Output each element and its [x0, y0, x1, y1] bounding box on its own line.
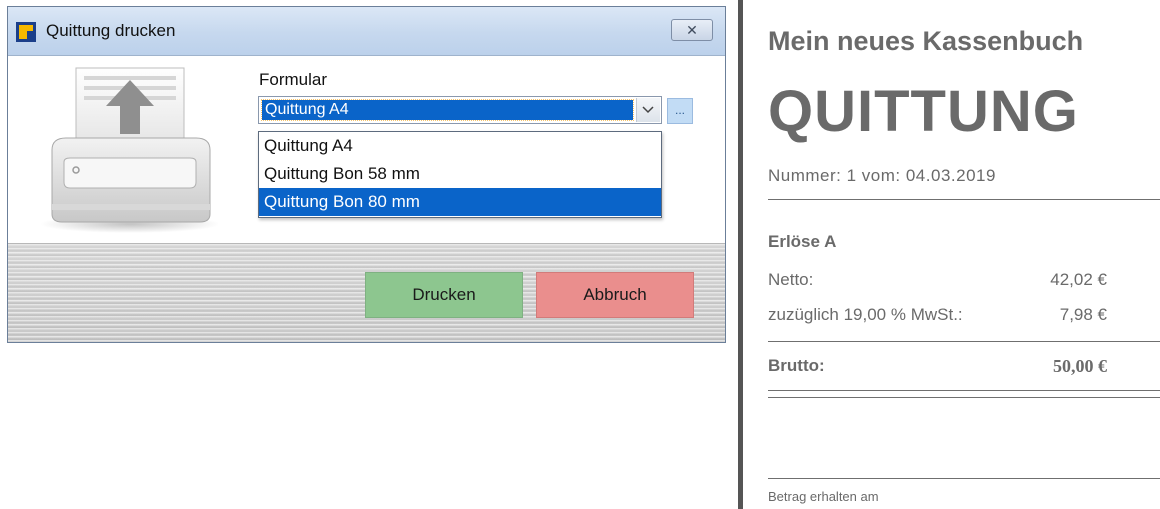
print-receipt-dialog: Quittung drucken ✕ Formular Quittung A4 …	[7, 6, 726, 343]
divider	[768, 199, 1160, 200]
tax-label: zuzüglich 19,00 % MwSt.:	[768, 305, 963, 324]
app-logo-icon	[16, 22, 36, 42]
receipt-number-date: Nummer: 1 vom: 04.03.2019	[768, 166, 996, 185]
tax-value: 7,98 €	[1059, 305, 1107, 324]
divider	[768, 390, 1160, 391]
form-select[interactable]: Quittung A4	[258, 96, 662, 124]
dropdown-arrow-button[interactable]	[636, 98, 660, 122]
dialog-title: Quittung drucken	[46, 21, 176, 40]
divider	[768, 341, 1160, 342]
cancel-button[interactable]: Abbruch	[536, 272, 694, 318]
dropdown-option[interactable]: Quittung A4	[259, 132, 661, 160]
net-label: Netto:	[768, 270, 814, 289]
dialog-footer: Drucken Abbruch	[8, 243, 725, 342]
chevron-down-icon	[642, 106, 654, 114]
receipt-preview: Mein neues Kassenbuch QUITTUNG Nummer: 1…	[738, 0, 1160, 509]
more-options-button[interactable]: ...	[667, 98, 693, 124]
gross-value: 50,00 €	[1053, 356, 1107, 376]
close-button[interactable]: ✕	[671, 19, 713, 41]
print-button[interactable]: Drucken	[365, 272, 523, 318]
divider	[768, 397, 1160, 398]
receipt-company-name: Mein neues Kassenbuch	[768, 26, 1084, 56]
form-select-value: Quittung A4	[261, 99, 634, 121]
dropdown-option[interactable]: Quittung Bon 58 mm	[259, 160, 661, 188]
title-bar: Quittung drucken ✕	[8, 7, 725, 56]
printer-icon	[40, 67, 218, 233]
net-value: 42,02 €	[1050, 270, 1107, 289]
receipt-title: QUITTUNG	[768, 79, 1079, 144]
receipt-section-title: Erlöse A	[768, 232, 837, 251]
signature-line	[768, 478, 1160, 479]
form-label: Formular	[259, 70, 328, 89]
amount-received-label: Betrag erhalten am	[768, 489, 879, 504]
gross-label: Brutto:	[768, 356, 825, 375]
dialog-content: Formular Quittung A4 ... Quittung A4 Qui…	[8, 56, 725, 243]
dropdown-option-highlighted[interactable]: Quittung Bon 80 mm	[259, 188, 661, 216]
form-dropdown-list: Quittung A4 Quittung Bon 58 mm Quittung …	[258, 131, 662, 218]
close-icon: ✕	[686, 22, 698, 38]
